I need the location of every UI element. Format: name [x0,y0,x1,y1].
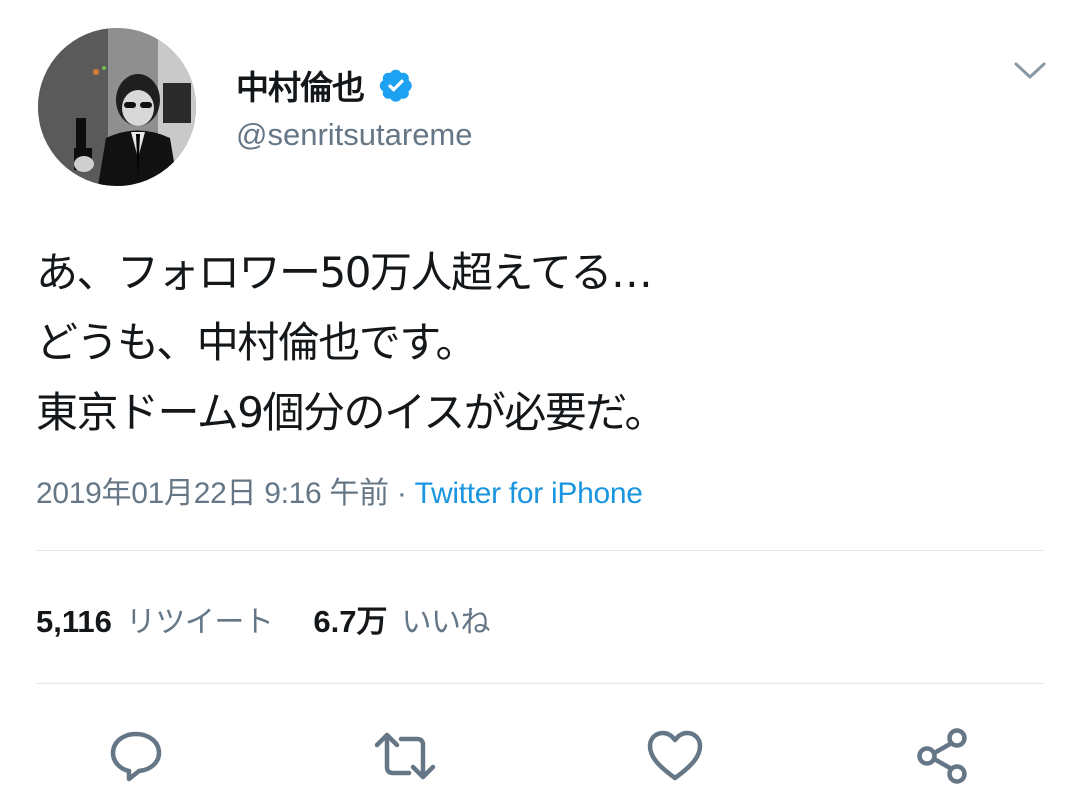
retweet-button[interactable] [373,724,437,788]
tweet-text: あ、フォロワー50万人超えてる… どうも、中村倫也です。 東京ドーム9個分のイス… [36,238,1046,448]
tweet-line: 東京ドーム9個分のイスが必要だ。 [36,388,666,437]
chevron-down-icon [1014,62,1046,79]
share-icon [917,728,967,784]
verified-badge-icon [378,67,414,103]
divider [36,550,1044,551]
meta-separator: · [388,477,415,510]
retweets-label: リツイート [125,605,274,640]
likes-count: 6.7万 [313,604,388,639]
tweet-line: あ、フォロワー50万人超えてる… [36,248,653,297]
retweet-icon [374,732,436,780]
share-button[interactable] [911,724,975,788]
tweet-timestamp[interactable]: 2019年01月22日 9:16 午前 [36,477,389,510]
retweets-stat[interactable]: 5,116 リツイート [36,597,274,641]
tweet-actions [0,724,1076,788]
tweet-stats: 5,116 リツイート 6.7万 いいね [36,596,490,641]
like-button[interactable] [643,724,707,788]
likes-label: いいね [401,605,490,640]
likes-stat[interactable]: 6.7万 いいね [313,596,490,641]
heart-icon [647,730,703,781]
tweet-menu-button[interactable] [1010,55,1050,87]
retweets-count: 5,116 [36,604,112,639]
user-handle[interactable]: @senritsutareme [236,117,473,153]
reply-icon [110,731,162,782]
tweet-line: どうも、中村倫也です。 [36,318,478,367]
name-row[interactable]: 中村倫也 [236,60,414,110]
reply-button[interactable] [104,724,168,788]
divider [36,683,1044,684]
tweet-source-link[interactable]: Twitter for iPhone [415,477,643,510]
avatar[interactable] [38,28,196,186]
tweet-meta: 2019年01月22日 9:16 午前 · Twitter for iPhone [36,468,643,512]
display-name[interactable]: 中村倫也 [236,61,365,109]
avatar-photo [38,28,196,186]
